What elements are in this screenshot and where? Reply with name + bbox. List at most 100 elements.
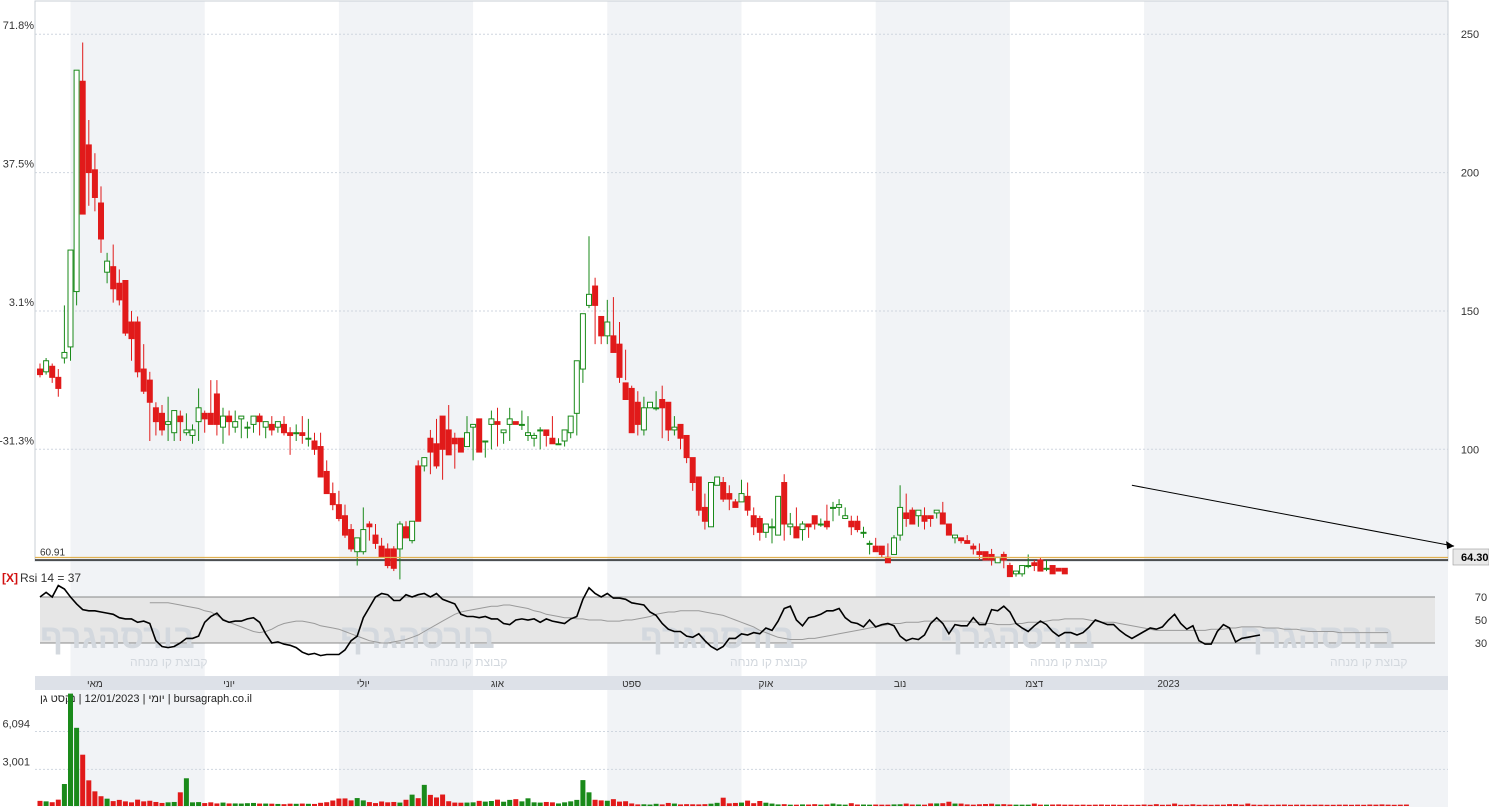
volume-bar bbox=[745, 800, 751, 806]
volume-bar bbox=[153, 801, 159, 806]
volume-bar bbox=[720, 797, 726, 806]
candle-down bbox=[726, 493, 733, 500]
volume-bar bbox=[226, 803, 232, 806]
candle-down bbox=[1055, 567, 1062, 572]
volume-bar bbox=[421, 784, 427, 806]
volume-bar bbox=[61, 784, 67, 806]
volume-bar bbox=[665, 802, 671, 806]
candle-up bbox=[183, 429, 190, 434]
volume-bar bbox=[842, 804, 848, 806]
volume-bar bbox=[1111, 804, 1117, 806]
volume-bar bbox=[202, 803, 208, 806]
volume-bar bbox=[1403, 804, 1409, 806]
volume-bar bbox=[1312, 804, 1318, 806]
candle-down bbox=[543, 429, 550, 436]
candle-up bbox=[714, 476, 721, 486]
candle-up bbox=[244, 426, 251, 429]
candle-down bbox=[677, 423, 684, 439]
volume-bar bbox=[1025, 804, 1031, 806]
candle-up bbox=[165, 421, 172, 425]
volume-bar bbox=[312, 803, 317, 806]
candle-down bbox=[964, 540, 971, 544]
candle-up bbox=[817, 523, 824, 526]
candle-down bbox=[982, 551, 989, 561]
candle-up bbox=[891, 537, 897, 555]
candle-down bbox=[55, 376, 62, 389]
volume-bar bbox=[190, 802, 195, 806]
volume-bar bbox=[580, 780, 586, 806]
candle-up bbox=[189, 429, 196, 436]
rsi-axis: 70 50 30 bbox=[1475, 592, 1487, 650]
volume-bar bbox=[952, 803, 958, 806]
volume-bar bbox=[958, 803, 964, 806]
candle-down bbox=[226, 415, 233, 423]
candle-up bbox=[73, 69, 80, 293]
volume-bar bbox=[873, 804, 879, 806]
candle-down bbox=[213, 393, 220, 425]
volume-bar bbox=[1239, 804, 1245, 806]
candle-down bbox=[335, 504, 342, 519]
volume-bar bbox=[116, 799, 122, 806]
volume-bar bbox=[867, 804, 873, 806]
candle-down bbox=[958, 537, 965, 542]
watermark-text: בורסהגרף bbox=[340, 618, 495, 656]
candle-up bbox=[500, 429, 507, 434]
candle-up bbox=[1025, 565, 1032, 568]
volume-bar bbox=[1233, 804, 1239, 806]
candle-up bbox=[396, 523, 403, 550]
candle-up bbox=[67, 249, 74, 348]
candle-up bbox=[769, 526, 775, 529]
candle-up bbox=[354, 537, 361, 553]
volume-bar bbox=[653, 803, 659, 806]
volume-bar bbox=[934, 803, 940, 806]
volume-bar bbox=[434, 797, 439, 806]
volume-bar bbox=[251, 802, 256, 806]
candle-up bbox=[518, 423, 525, 426]
volume-bar bbox=[684, 804, 690, 806]
support-line-label: 60.91 bbox=[40, 547, 65, 558]
candle-up bbox=[836, 504, 843, 508]
candle-up bbox=[799, 523, 806, 531]
volume-bar bbox=[1153, 804, 1159, 806]
volume-bar bbox=[495, 799, 500, 806]
volume-bar bbox=[379, 801, 385, 806]
volume-bar bbox=[403, 799, 409, 806]
volume-bar bbox=[806, 804, 812, 806]
volume-bar bbox=[1220, 804, 1226, 806]
rsi-close-button[interactable]: [X] bbox=[2, 571, 18, 585]
volume-bar bbox=[641, 804, 647, 806]
candle-down bbox=[134, 321, 141, 373]
volume-bar bbox=[1269, 804, 1275, 806]
volume-bar bbox=[1086, 804, 1092, 806]
volume-bar bbox=[818, 804, 824, 806]
volume-bar bbox=[556, 803, 561, 806]
volume-bar bbox=[976, 804, 982, 806]
volume-bar bbox=[293, 803, 299, 806]
candle-down bbox=[1037, 559, 1044, 572]
volume-bar bbox=[391, 801, 397, 806]
volume-bar bbox=[1001, 804, 1007, 806]
candle-down bbox=[37, 368, 43, 376]
candle-down bbox=[366, 523, 373, 528]
volume-bar bbox=[141, 801, 147, 806]
volume-bar bbox=[800, 804, 805, 806]
candle-down bbox=[311, 440, 318, 450]
volume-bar bbox=[995, 804, 1001, 806]
candle-up bbox=[830, 506, 836, 509]
candle-up bbox=[482, 440, 489, 443]
candle-down bbox=[592, 285, 599, 306]
candle-down bbox=[945, 523, 952, 536]
volume-bar bbox=[598, 800, 604, 806]
volume-bar bbox=[513, 799, 519, 806]
volume-bar bbox=[1178, 804, 1184, 806]
candle-up bbox=[561, 429, 568, 442]
rsi-axis-tick: 70 bbox=[1475, 592, 1487, 604]
candle-down bbox=[1006, 565, 1013, 578]
month-label: יולי bbox=[357, 678, 370, 690]
candle-down bbox=[372, 534, 379, 544]
volume-bar bbox=[922, 804, 927, 806]
candle-down bbox=[177, 415, 184, 423]
volume-bar bbox=[501, 801, 507, 806]
volume-bar bbox=[1263, 804, 1269, 806]
candle-down bbox=[976, 551, 983, 555]
